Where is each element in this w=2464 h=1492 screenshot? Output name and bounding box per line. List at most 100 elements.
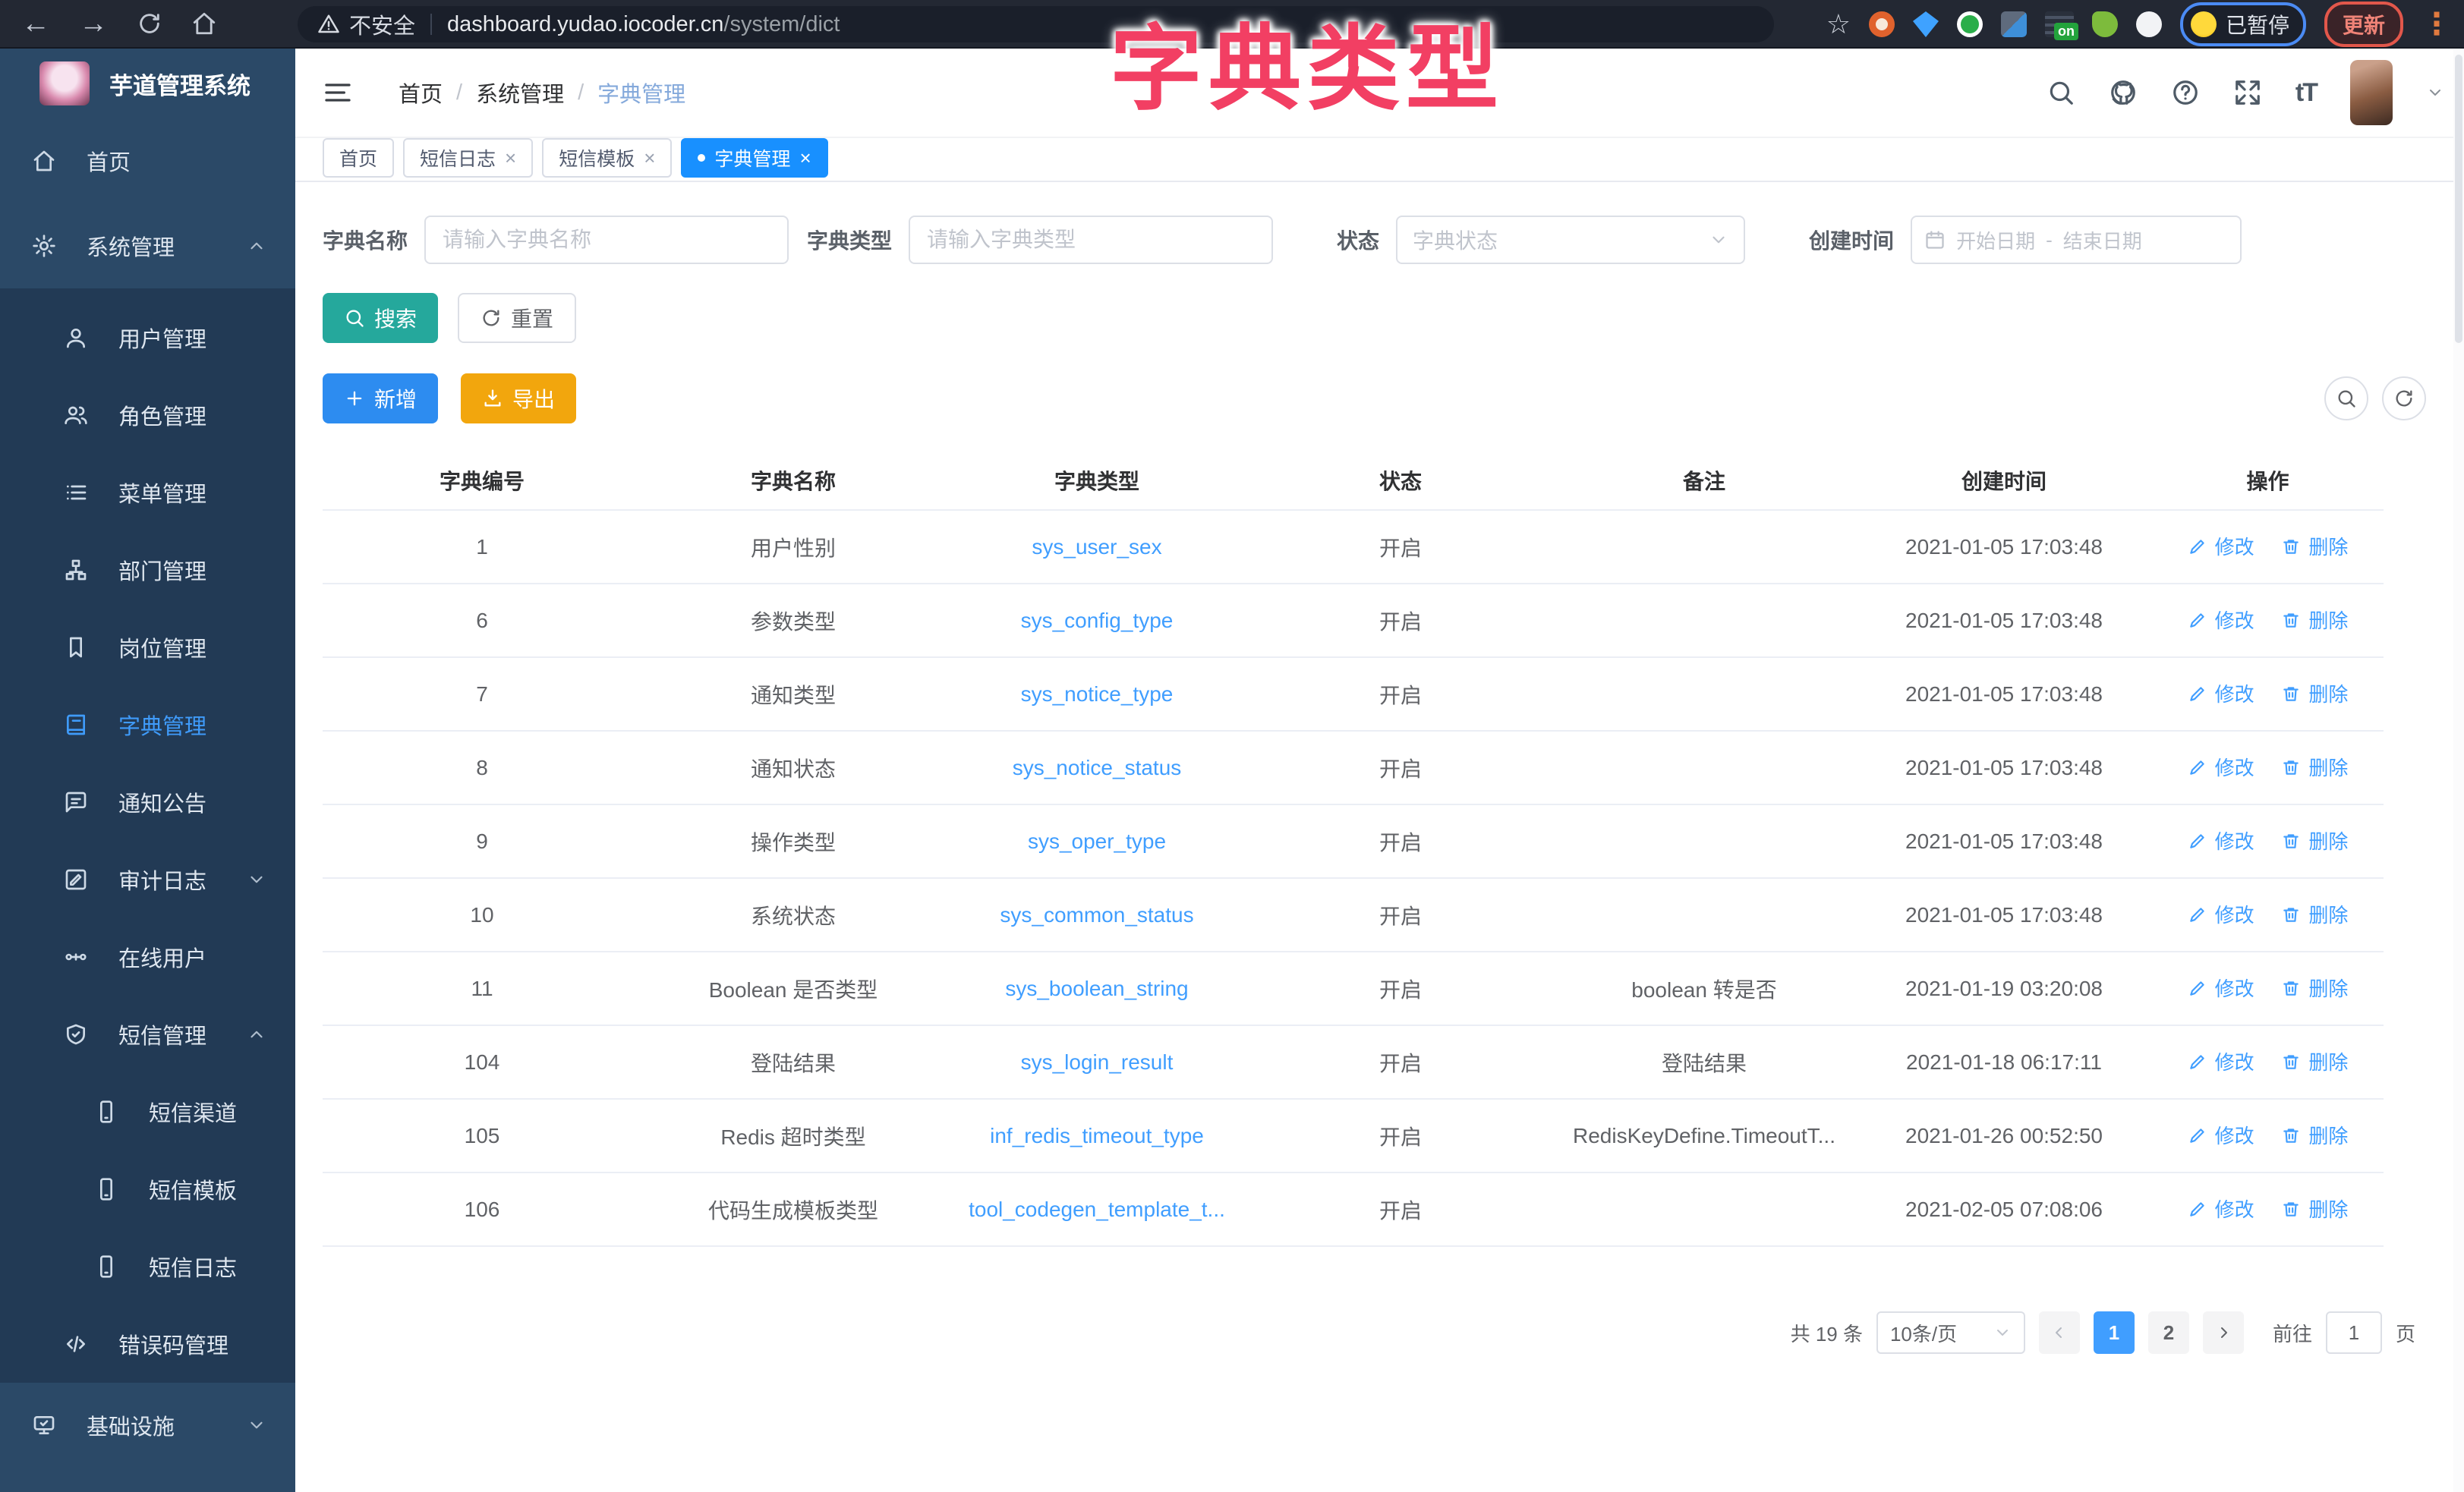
sidebar-item-error-code[interactable]: 错误码管理 [0, 1305, 295, 1383]
sidebar-item-sms-log[interactable]: 短信日志 [0, 1228, 295, 1305]
delete-link[interactable]: 删除 [2281, 900, 2348, 928]
goto-page-input[interactable] [2326, 1311, 2382, 1354]
sidebar-item-dict[interactable]: 字典管理 [0, 686, 295, 763]
toggle-search-button[interactable] [2324, 376, 2368, 420]
next-page-button[interactable] [2203, 1311, 2244, 1354]
dict-type-link[interactable]: sys_common_status [1000, 903, 1193, 927]
help-icon[interactable] [2171, 78, 2200, 107]
bookmark-star-icon[interactable]: ☆ [1826, 8, 1851, 40]
dict-type-link[interactable]: sys_oper_type [1028, 829, 1166, 853]
page-button-1[interactable]: 1 [2094, 1311, 2135, 1354]
edit-link[interactable]: 修改 [2188, 1195, 2254, 1223]
delete-link[interactable]: 删除 [2281, 974, 2348, 1002]
delete-link[interactable]: 删除 [2281, 1047, 2348, 1075]
ext-icon-green-circle[interactable] [1957, 11, 1983, 37]
ext-icon-leaf[interactable] [2092, 11, 2118, 37]
sidebar-item-sms-template[interactable]: 短信模板 [0, 1150, 295, 1228]
back-icon[interactable]: ← [21, 9, 50, 38]
delete-link[interactable]: 删除 [2281, 1195, 2348, 1223]
edit-link[interactable]: 修改 [2188, 1121, 2254, 1149]
page-button-2[interactable]: 2 [2148, 1311, 2189, 1354]
delete-link[interactable]: 删除 [2281, 606, 2348, 634]
sidebar-item-online-users[interactable]: 在线用户 [0, 918, 295, 996]
dict-type-link[interactable]: sys_login_result [1021, 1050, 1174, 1074]
paused-extension-badge[interactable]: 已暂停 [2180, 2, 2306, 46]
dict-type-link[interactable]: sys_notice_type [1021, 682, 1174, 706]
ext-icon-orange[interactable] [1869, 11, 1895, 37]
sidebar-item-system[interactable]: 系统管理 [0, 203, 295, 288]
close-icon[interactable]: × [799, 146, 811, 170]
scrollbar-thumb[interactable] [2455, 55, 2462, 343]
edit-link[interactable]: 修改 [2188, 974, 2254, 1002]
delete-link[interactable]: 删除 [2281, 532, 2348, 560]
chevron-down-icon[interactable] [2426, 83, 2444, 102]
sidebar-item-posts[interactable]: 岗位管理 [0, 609, 295, 686]
dict-type-link[interactable]: sys_config_type [1021, 609, 1174, 632]
edit-link[interactable]: 修改 [2188, 900, 2254, 928]
dict-type-link[interactable]: inf_redis_timeout_type [990, 1124, 1204, 1147]
edit-link[interactable]: 修改 [2188, 606, 2254, 634]
delete-link[interactable]: 删除 [2281, 679, 2348, 707]
prev-page-button[interactable] [2039, 1311, 2080, 1354]
sidebar-item-users[interactable]: 用户管理 [0, 299, 295, 376]
add-button[interactable]: 新增 [323, 373, 438, 423]
sidebar-item-depts[interactable]: 部门管理 [0, 531, 295, 609]
sidebar-item-notice[interactable]: 通知公告 [0, 763, 295, 841]
dict-type-link[interactable]: sys_user_sex [1032, 535, 1161, 559]
reset-button[interactable]: 重置 [458, 293, 576, 343]
sidebar-item-infrastructure[interactable]: 基础设施 [0, 1383, 295, 1468]
sidebar-item-roles[interactable]: 角色管理 [0, 376, 295, 454]
sidebar-item-home[interactable]: 首页 [0, 118, 295, 203]
close-icon[interactable]: × [644, 146, 655, 170]
export-button[interactable]: 导出 [461, 373, 576, 423]
status-select[interactable]: 字典状态 [1396, 216, 1745, 264]
close-icon[interactable]: × [505, 146, 516, 170]
sidebar-item-menus[interactable]: 菜单管理 [0, 454, 295, 531]
fullscreen-icon[interactable] [2233, 78, 2262, 107]
dict-type-link[interactable]: sys_notice_status [1013, 756, 1182, 779]
reload-icon[interactable] [137, 11, 162, 36]
app-logo-row[interactable]: 芋道管理系统 [0, 49, 295, 118]
tab-sms-log[interactable]: 短信日志 × [403, 138, 533, 178]
hamburger-icon[interactable] [323, 77, 353, 108]
search-button[interactable]: 搜索 [323, 293, 438, 343]
dict-type-link[interactable]: sys_boolean_string [1005, 977, 1188, 1000]
tab-dict-active[interactable]: 字典管理 × [681, 138, 827, 178]
page-size-select[interactable]: 10条/页 [1876, 1311, 2025, 1354]
font-size-icon[interactable]: tT [2295, 78, 2317, 108]
sidebar-item-sms[interactable]: 短信管理 [0, 996, 295, 1073]
create-time-range-picker[interactable]: 开始日期 - 结束日期 [1911, 216, 2242, 264]
delete-link[interactable]: 删除 [2281, 1121, 2348, 1149]
edit-link[interactable]: 修改 [2188, 532, 2254, 560]
delete-link[interactable]: 删除 [2281, 753, 2348, 781]
github-icon[interactable] [2109, 78, 2138, 107]
edit-link[interactable]: 修改 [2188, 1047, 2254, 1075]
ext-icon-white[interactable] [2136, 11, 2162, 37]
delete-link[interactable]: 删除 [2281, 826, 2348, 855]
ext-icon-grid[interactable] [2001, 11, 2027, 37]
edit-link[interactable]: 修改 [2188, 753, 2254, 781]
address-bar[interactable]: 不安全 dashboard.yudao.iocoder.cn /system/d… [298, 6, 1774, 42]
update-button[interactable]: 更新 [2324, 2, 2403, 47]
tab-sms-template[interactable]: 短信模板 × [542, 138, 672, 178]
dict-type-link[interactable]: tool_codegen_template_t... [969, 1198, 1225, 1221]
sidebar-item-audit-log[interactable]: 审计日志 [0, 841, 295, 918]
refresh-table-button[interactable] [2382, 376, 2426, 420]
edit-link[interactable]: 修改 [2188, 826, 2254, 855]
scrollbar-track[interactable] [2453, 49, 2464, 1492]
more-icon[interactable]: ⋮ [2421, 7, 2452, 42]
dict-type-input[interactable] [909, 216, 1273, 264]
breadcrumb-system[interactable]: 系统管理 [476, 77, 564, 109]
tab-home[interactable]: 首页 [323, 138, 394, 178]
breadcrumb-home[interactable]: 首页 [399, 77, 443, 109]
breadcrumb-separator: / [456, 80, 462, 105]
edit-link[interactable]: 修改 [2188, 679, 2254, 707]
ext-icon-blue-gem[interactable] [1913, 11, 1939, 37]
ext-icon-on-badge[interactable]: on [2045, 11, 2074, 37]
sidebar-item-sms-channel[interactable]: 短信渠道 [0, 1073, 295, 1150]
dict-name-input[interactable] [424, 216, 789, 264]
avatar[interactable] [2350, 60, 2393, 125]
forward-icon[interactable]: → [79, 9, 108, 38]
browser-home-icon[interactable] [191, 11, 217, 36]
search-icon[interactable] [2047, 78, 2075, 107]
